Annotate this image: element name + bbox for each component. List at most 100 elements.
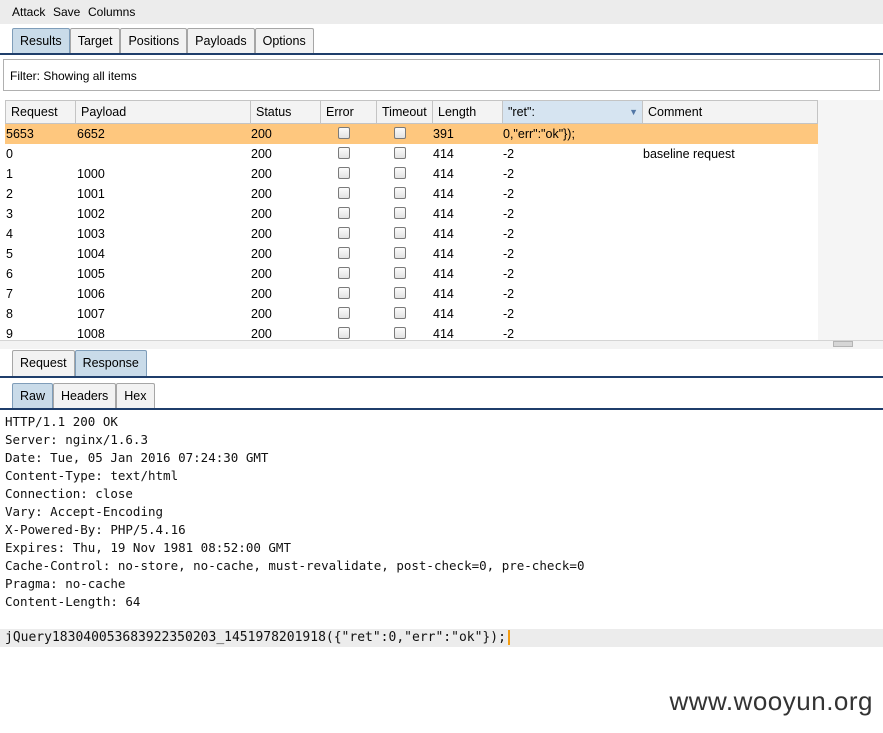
response-line: Pragma: no-cache [5, 576, 126, 591]
main-tabs: Results Target Positions Payloads Option… [12, 28, 314, 54]
tab-headers[interactable]: Headers [53, 383, 117, 409]
menu-columns[interactable]: Columns [88, 5, 135, 19]
tab-positions[interactable]: Positions [120, 28, 188, 54]
tab-raw[interactable]: Raw [12, 383, 54, 409]
error-checkbox[interactable] [338, 167, 350, 179]
col-ret[interactable]: "ret": ▼ [503, 100, 643, 124]
cell-payload: 1002 [77, 207, 105, 221]
scroll-thumb[interactable] [833, 341, 853, 347]
timeout-checkbox[interactable] [394, 167, 406, 179]
cell-ret: -2 [503, 147, 515, 161]
response-body-line[interactable]: jQuery183040053683922350203_145197820191… [5, 629, 510, 647]
table-row[interactable]: 0 200 414 -2 baseline request [5, 144, 818, 164]
col-status[interactable]: Status [251, 100, 321, 124]
response-editor[interactable]: HTTP/1.1 200 OK Server: nginx/1.6.3 Date… [5, 413, 883, 611]
table-row[interactable]: 4 1003 200 414 -2 [5, 224, 818, 244]
table-row[interactable]: 9 1008 200 414 -2 [5, 324, 818, 340]
error-checkbox[interactable] [338, 307, 350, 319]
detail-tab-underline [0, 376, 883, 378]
response-body-text: jQuery183040053683922350203_145197820191… [5, 630, 506, 645]
tab-payloads[interactable]: Payloads [187, 28, 255, 54]
timeout-checkbox[interactable] [394, 327, 406, 339]
error-checkbox[interactable] [338, 287, 350, 299]
cell-request: 0 [6, 147, 13, 161]
filter-bar[interactable]: Filter: Showing all items [3, 59, 880, 91]
col-ret-label: "ret": [508, 105, 535, 119]
cell-ret: -2 [503, 287, 515, 301]
response-line: Content-Length: 64 [5, 594, 141, 609]
cell-payload: 1008 [77, 327, 105, 340]
cell-request: 7 [6, 287, 13, 301]
error-checkbox[interactable] [338, 227, 350, 239]
cell-request: 4 [6, 227, 13, 241]
cell-status: 200 [251, 147, 272, 161]
tab-hex[interactable]: Hex [116, 383, 155, 409]
error-checkbox[interactable] [338, 327, 350, 339]
error-checkbox[interactable] [338, 247, 350, 259]
table-row[interactable]: 1 1000 200 414 -2 [5, 164, 818, 184]
response-line: Expires: Thu, 19 Nov 1981 08:52:00 GMT [5, 540, 291, 555]
cell-payload: 1004 [77, 247, 105, 261]
tab-response[interactable]: Response [74, 350, 147, 376]
cell-length: 414 [433, 227, 454, 241]
cell-ret: -2 [503, 307, 515, 321]
timeout-checkbox[interactable] [394, 127, 406, 139]
filter-label: Filter: Showing all items [10, 69, 137, 83]
table-row[interactable]: 2 1001 200 414 -2 [5, 184, 818, 204]
table-row[interactable]: 8 1007 200 414 -2 [5, 304, 818, 324]
menu-attack[interactable]: Attack [12, 5, 45, 19]
cell-request: 5653 [6, 127, 34, 141]
col-comment[interactable]: Comment [643, 100, 818, 124]
col-timeout[interactable]: Timeout [377, 100, 433, 124]
response-line: X-Powered-By: PHP/5.4.16 [5, 522, 186, 537]
watermark: www.wooyun.org [669, 686, 873, 716]
tab-target[interactable]: Target [69, 28, 121, 54]
response-line: HTTP/1.1 200 OK [5, 414, 118, 429]
timeout-checkbox[interactable] [394, 227, 406, 239]
tab-results[interactable]: Results [12, 28, 70, 54]
timeout-checkbox[interactable] [394, 207, 406, 219]
timeout-checkbox[interactable] [394, 267, 406, 279]
error-checkbox[interactable] [338, 187, 350, 199]
table-row[interactable]: 7 1006 200 414 -2 [5, 284, 818, 304]
cell-length: 414 [433, 247, 454, 261]
table-side-area [818, 100, 883, 340]
text-caret [507, 630, 510, 645]
col-payload[interactable]: Payload [76, 100, 251, 124]
timeout-checkbox[interactable] [394, 247, 406, 259]
timeout-checkbox[interactable] [394, 287, 406, 299]
error-checkbox[interactable] [338, 147, 350, 159]
col-request[interactable]: Request [5, 100, 76, 124]
error-checkbox[interactable] [338, 267, 350, 279]
timeout-checkbox[interactable] [394, 147, 406, 159]
cell-request: 9 [6, 327, 13, 340]
cell-payload: 1000 [77, 167, 105, 181]
cell-payload: 1006 [77, 287, 105, 301]
cell-status: 200 [251, 187, 272, 201]
timeout-checkbox[interactable] [394, 187, 406, 199]
cell-ret: -2 [503, 227, 515, 241]
table-row[interactable]: 3 1002 200 414 -2 [5, 204, 818, 224]
cell-payload: 1005 [77, 267, 105, 281]
tab-request[interactable]: Request [12, 350, 75, 376]
menu-save[interactable]: Save [53, 5, 80, 19]
response-line: Vary: Accept-Encoding [5, 504, 164, 519]
tab-options[interactable]: Options [254, 28, 314, 54]
cell-payload: 1003 [77, 227, 105, 241]
cell-status: 200 [251, 287, 272, 301]
col-error[interactable]: Error [321, 100, 377, 124]
timeout-checkbox[interactable] [394, 307, 406, 319]
cell-length: 414 [433, 307, 454, 321]
cell-request: 6 [6, 267, 13, 281]
error-checkbox[interactable] [338, 127, 350, 139]
split-divider[interactable] [0, 340, 883, 349]
table-row[interactable]: 6 1005 200 414 -2 [5, 264, 818, 284]
table-row[interactable]: 5653 6652 200 391 0,"err":"ok"}); [5, 124, 818, 144]
cell-length: 414 [433, 147, 454, 161]
response-line: Date: Tue, 05 Jan 2016 07:24:30 GMT [5, 450, 269, 465]
error-checkbox[interactable] [338, 207, 350, 219]
col-length[interactable]: Length [433, 100, 503, 124]
cell-request: 5 [6, 247, 13, 261]
cell-status: 200 [251, 207, 272, 221]
table-row[interactable]: 5 1004 200 414 -2 [5, 244, 818, 264]
